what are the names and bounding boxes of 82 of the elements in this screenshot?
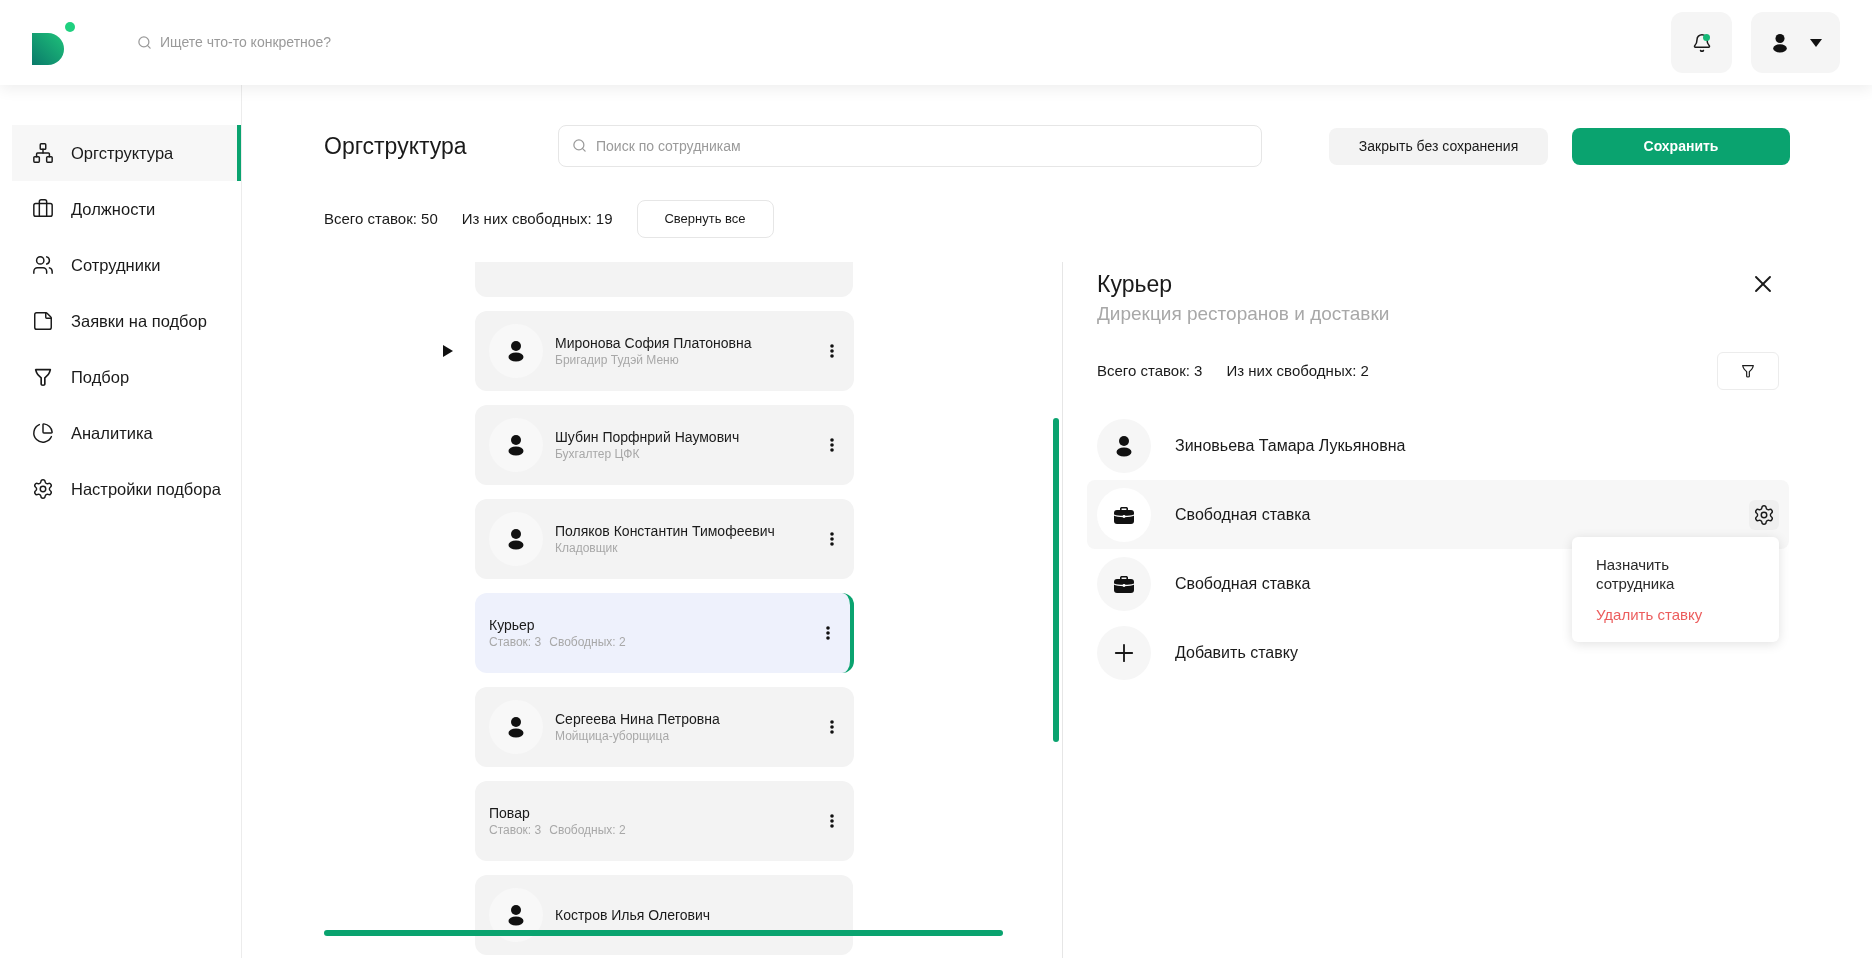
search-field[interactable]: Ищете что-то конкретное? (160, 32, 560, 53)
employee-name: Шубин Порфнрий Наумович (555, 428, 741, 446)
sidebar-label: Подбор (71, 366, 130, 388)
caret-icon (443, 345, 453, 357)
staff-label: Свободная ставка (1175, 573, 1311, 594)
logo (32, 20, 76, 65)
employee-card[interactable]: Миронова София Платоновна Бригадир Тудэй Меню (475, 311, 854, 391)
more-icon (830, 344, 834, 358)
notifications-button[interactable] (1671, 12, 1732, 73)
employee-name: Костров Илья Олегович (555, 905, 711, 925)
employee-search-field[interactable]: Поиск по сотрудникам (558, 125, 1262, 167)
sidebar-item[interactable]: Сотрудники (12, 237, 241, 293)
more-icon (830, 532, 834, 546)
pie-chart-icon (32, 422, 54, 444)
position-title: Курьер (489, 616, 536, 634)
funnel-icon (1740, 363, 1756, 379)
position-card[interactable]: Курьер Ставок: 3 Свободных: 2 (475, 593, 854, 673)
sidebar-item[interactable]: Должности (12, 181, 241, 237)
staff-label: Добавить ставку (1175, 642, 1298, 663)
settings-icon (32, 478, 54, 500)
search-icon (572, 138, 587, 153)
staff-label: Зиновьева Тамара Лукьяновна (1175, 435, 1406, 456)
note-icon (32, 310, 54, 332)
page-title: Оргструктура (324, 131, 468, 161)
employee-card[interactable]: Костров Илья Олегович (475, 875, 853, 955)
position-title: Повар (489, 804, 531, 822)
stats-text: Всего ставок: 3 (1097, 360, 1203, 381)
more-icon (826, 626, 830, 640)
briefcase-icon (32, 198, 54, 220)
sidebar-label: Сотрудники (71, 254, 161, 276)
caret-icon (1809, 38, 1822, 47)
employee-role: Кладовщик (555, 540, 619, 556)
close-button[interactable]: Закрыть без сохранения (1329, 127, 1548, 165)
employee-role: Бригадир Тудэй Меню (555, 352, 680, 368)
position-stat: Ставок: 3 (489, 634, 542, 650)
sidebar-item[interactable]: Оргструктура (12, 125, 241, 181)
sidebar-item[interactable]: Настройки подбора (12, 461, 241, 517)
sidebar-item[interactable]: Подбор (12, 349, 241, 405)
staff-row[interactable]: Свободная ставка (1087, 480, 1789, 549)
horizontal-scrollbar[interactable] (324, 930, 1003, 936)
stats-text: Из них свободных: 19 (461, 208, 613, 229)
collapse-all-button[interactable]: Свернуть все (636, 200, 774, 238)
sidebar-label: Должности (71, 198, 156, 220)
employee-role: Мойщица-уборщица (555, 728, 671, 744)
employee-card[interactable]: Шубин Порфнрий Наумович Бухгалтер ЦФК (475, 405, 854, 485)
position-card[interactable]: Повар Ставок: 3 Свободных: 2 (475, 781, 854, 861)
funnel-icon (32, 366, 54, 388)
staff-label: Свободная ставка (1175, 504, 1311, 525)
search-icon (137, 35, 152, 50)
people-icon (32, 254, 54, 276)
settings-button[interactable] (1749, 499, 1779, 530)
position-stat: Свободных: 2 (549, 822, 626, 838)
stats-text: Всего ставок: 50 (324, 208, 438, 229)
employee-name: Миронова София Платоновна (555, 334, 753, 352)
more-icon (830, 814, 834, 828)
sidebar-label: Заявки на подбор (71, 310, 207, 332)
panel-title: Курьер (1097, 270, 1173, 299)
briefcase-icon (1113, 573, 1135, 594)
employee-role: Бухгалтер ЦФК (555, 446, 641, 462)
menu-item[interactable]: Назначить сотрудника (1596, 555, 1726, 593)
bell-icon (1691, 32, 1712, 53)
position-stat: Ставок: 3 (489, 822, 542, 838)
sidebar-label: Оргструктура (71, 142, 174, 164)
employee-name: Поляков Константин Тимофеевич (555, 522, 776, 540)
employee-name: Сергеева Нина Петровна (555, 710, 721, 728)
employee-card[interactable]: Сергеева Нина Петровна Мойщица-уборщица (475, 687, 854, 767)
panel-subtitle: Дирекция ресторанов и доставки (1097, 302, 1391, 326)
employee-card[interactable]: Поляков Константин Тимофеевич Кладовщик (475, 499, 854, 579)
sidebar-item[interactable]: Заявки на подбор (12, 293, 241, 349)
tree-icon (32, 142, 54, 164)
position-stat: Свободных: 2 (549, 634, 626, 650)
settings-icon (1753, 503, 1775, 526)
sidebar-item[interactable]: Аналитика (12, 405, 241, 461)
more-icon (830, 720, 834, 734)
briefcase-icon (1113, 504, 1135, 525)
sidebar-label: Аналитика (71, 422, 153, 444)
vertical-scrollbar[interactable] (1053, 418, 1059, 742)
sidebar-label: Настройки подбора (71, 478, 221, 500)
stats-text: Из них свободных: 2 (1226, 360, 1369, 381)
more-icon (830, 438, 834, 452)
user-menu-button[interactable] (1751, 12, 1840, 73)
expand-toggle[interactable] (441, 344, 455, 358)
